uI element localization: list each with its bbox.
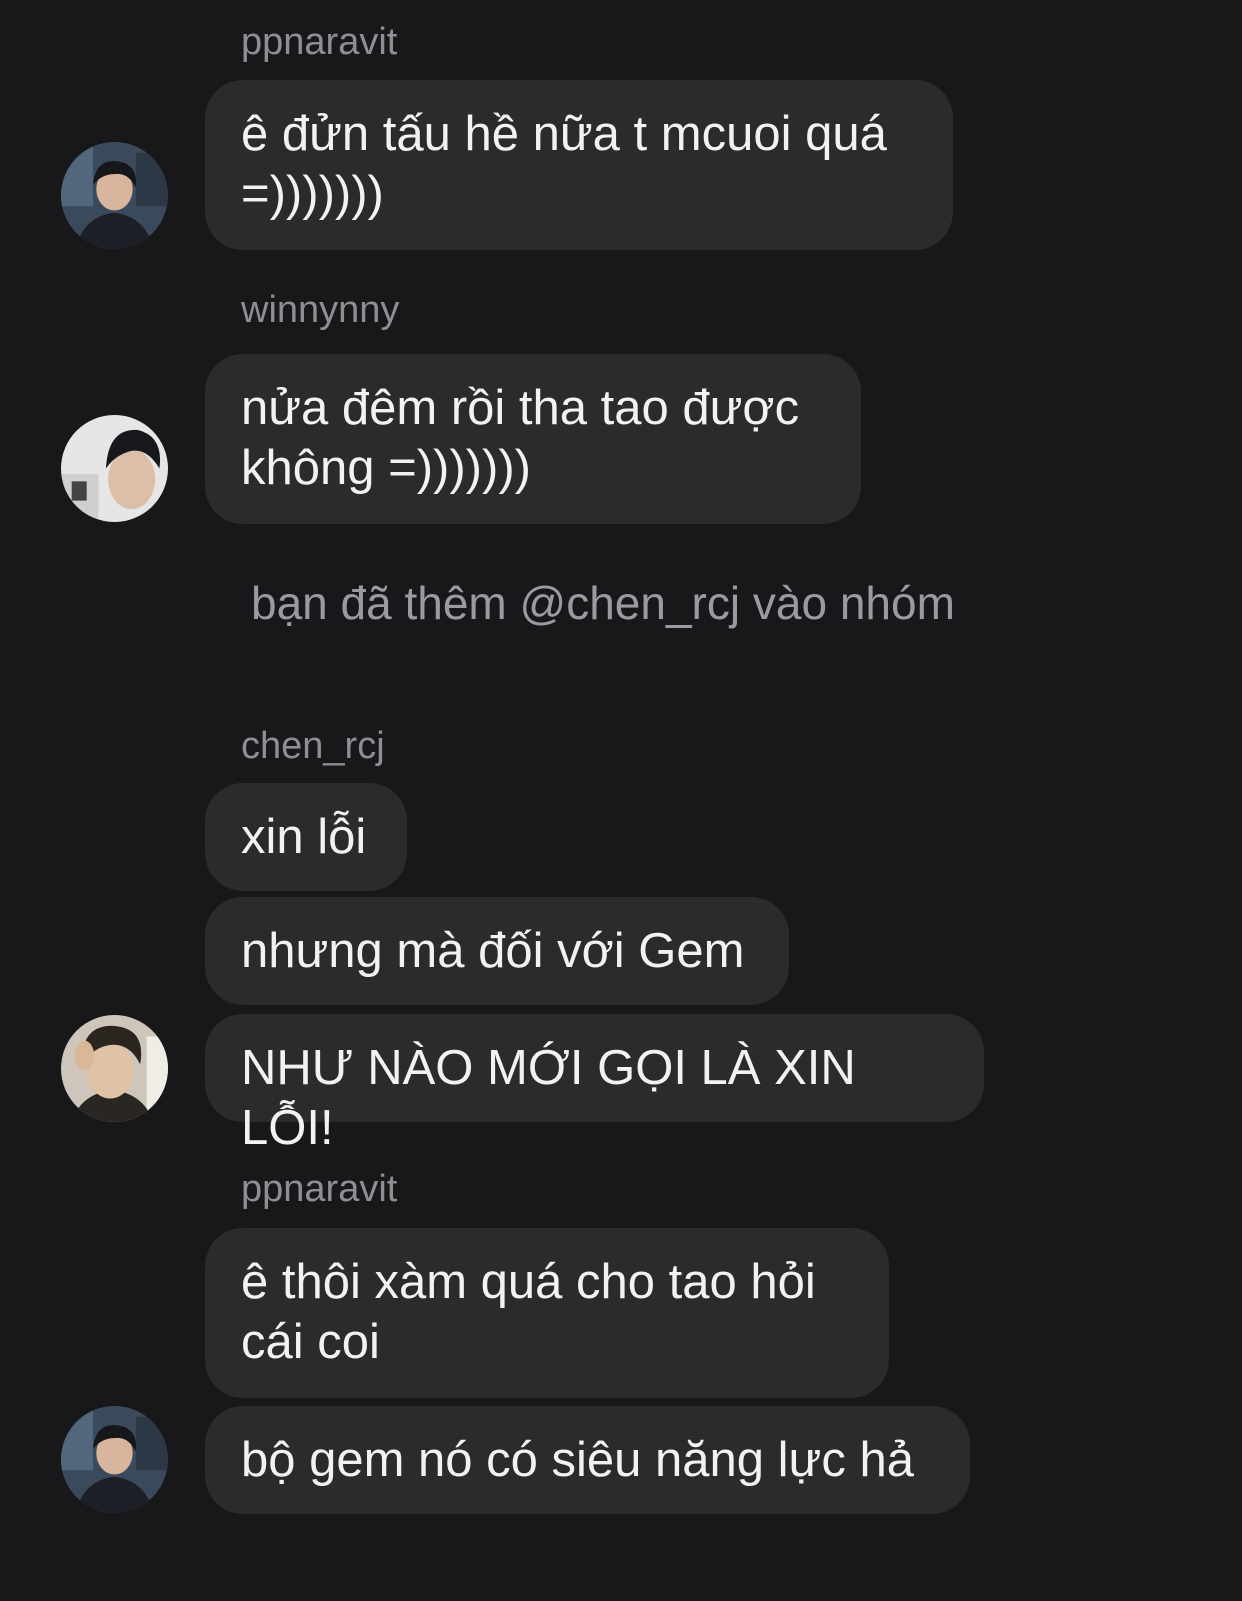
message-bubble[interactable]: NHƯ NÀO MỚI GỌI LÀ XIN LỖI! xyxy=(205,1014,984,1155)
profile-photo-icon xyxy=(61,142,168,249)
profile-photo-icon xyxy=(61,1406,168,1513)
sender-username: winnynny xyxy=(241,289,400,331)
message-bubble[interactable]: bộ gem nó có siêu năng lực hả xyxy=(205,1406,970,1514)
sender-username: ppnaravit xyxy=(241,21,398,63)
message-bubble[interactable]: nửa đêm rồi tha tao được không =))))))) xyxy=(205,354,861,524)
avatar-ppnaravit[interactable] xyxy=(61,1406,168,1513)
sender-username: chen_rcj xyxy=(241,725,385,767)
avatar-chen-rcj[interactable] xyxy=(61,1015,168,1122)
message-bubble[interactable]: xin lỗi xyxy=(205,783,407,891)
message-bubble[interactable]: nhưng mà đối với Gem xyxy=(205,897,789,1005)
chat-thread[interactable]: ppnaravit ê đửn tấu hề nữa t mcuoi quá =… xyxy=(0,0,1242,1601)
message-bubble[interactable]: ê đửn tấu hề nữa t mcuoi quá =))))))) xyxy=(205,80,953,250)
system-notice: bạn đã thêm @chen_rcj vào nhóm xyxy=(251,577,955,629)
avatar-ppnaravit[interactable] xyxy=(61,142,168,249)
avatar-winnynny[interactable] xyxy=(61,415,168,522)
message-bubble[interactable]: ê thôi xàm quá cho tao hỏi cái coi xyxy=(205,1228,889,1398)
profile-photo-icon xyxy=(61,415,168,522)
sender-username: ppnaravit xyxy=(241,1168,398,1210)
profile-photo-icon xyxy=(61,1015,168,1122)
